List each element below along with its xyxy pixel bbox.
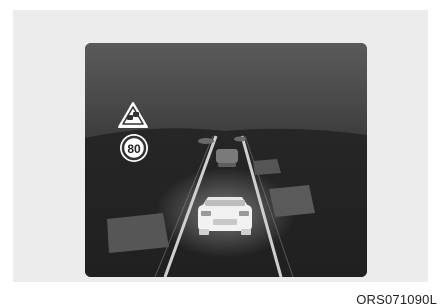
side-vehicle-right-near <box>253 159 281 175</box>
side-vehicle-right-far <box>269 185 315 217</box>
distant-car-2 <box>234 136 246 142</box>
side-vehicle-left <box>107 213 169 253</box>
road-scene: 80 <box>85 43 367 277</box>
lead-car-far-bumper <box>218 163 236 167</box>
speed-limit-value: 80 <box>127 142 141 156</box>
speed-limit-sign: 80 <box>120 134 148 162</box>
own-car <box>198 197 252 235</box>
display-screen: 80 <box>85 43 367 277</box>
distant-car-1 <box>198 138 214 144</box>
lead-car-far <box>216 149 238 163</box>
figure-code: ORS071090L <box>356 292 437 307</box>
